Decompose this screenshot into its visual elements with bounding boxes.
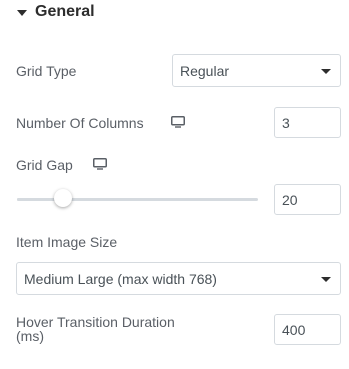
hover-duration-value: 400 (282, 321, 306, 338)
hover-duration-label-line2: (ms) (16, 328, 44, 344)
section-title: General (35, 3, 95, 20)
grid-gap-value: 20 (282, 191, 298, 208)
grid-gap-input[interactable]: 20 (274, 184, 341, 215)
grid-type-value: Regular (180, 62, 230, 79)
chevron-down-icon (321, 276, 331, 282)
image-size-value: Medium Large (max width 768) (24, 270, 217, 287)
monitor-icon[interactable] (171, 116, 185, 128)
hover-duration-label: Hover Transition Duration (ms) (16, 315, 175, 344)
columns-input[interactable]: 3 (274, 107, 341, 138)
caret-down-icon (17, 9, 27, 16)
chevron-down-icon (321, 68, 331, 74)
grid-type-select[interactable]: Regular (172, 54, 341, 87)
section-header-general[interactable]: General (17, 1, 95, 23)
hover-duration-input[interactable]: 400 (274, 314, 341, 345)
columns-value: 3 (282, 114, 290, 131)
grid-gap-slider-handle[interactable] (54, 189, 72, 207)
grid-gap-label: Grid Gap (16, 157, 73, 173)
image-size-label: Item Image Size (16, 234, 118, 250)
grid-type-label: Grid Type (16, 63, 77, 79)
columns-label: Number Of Columns (16, 115, 144, 131)
image-size-select[interactable]: Medium Large (max width 768) (16, 262, 341, 295)
monitor-icon[interactable] (93, 158, 107, 170)
grid-gap-slider[interactable] (17, 189, 258, 207)
